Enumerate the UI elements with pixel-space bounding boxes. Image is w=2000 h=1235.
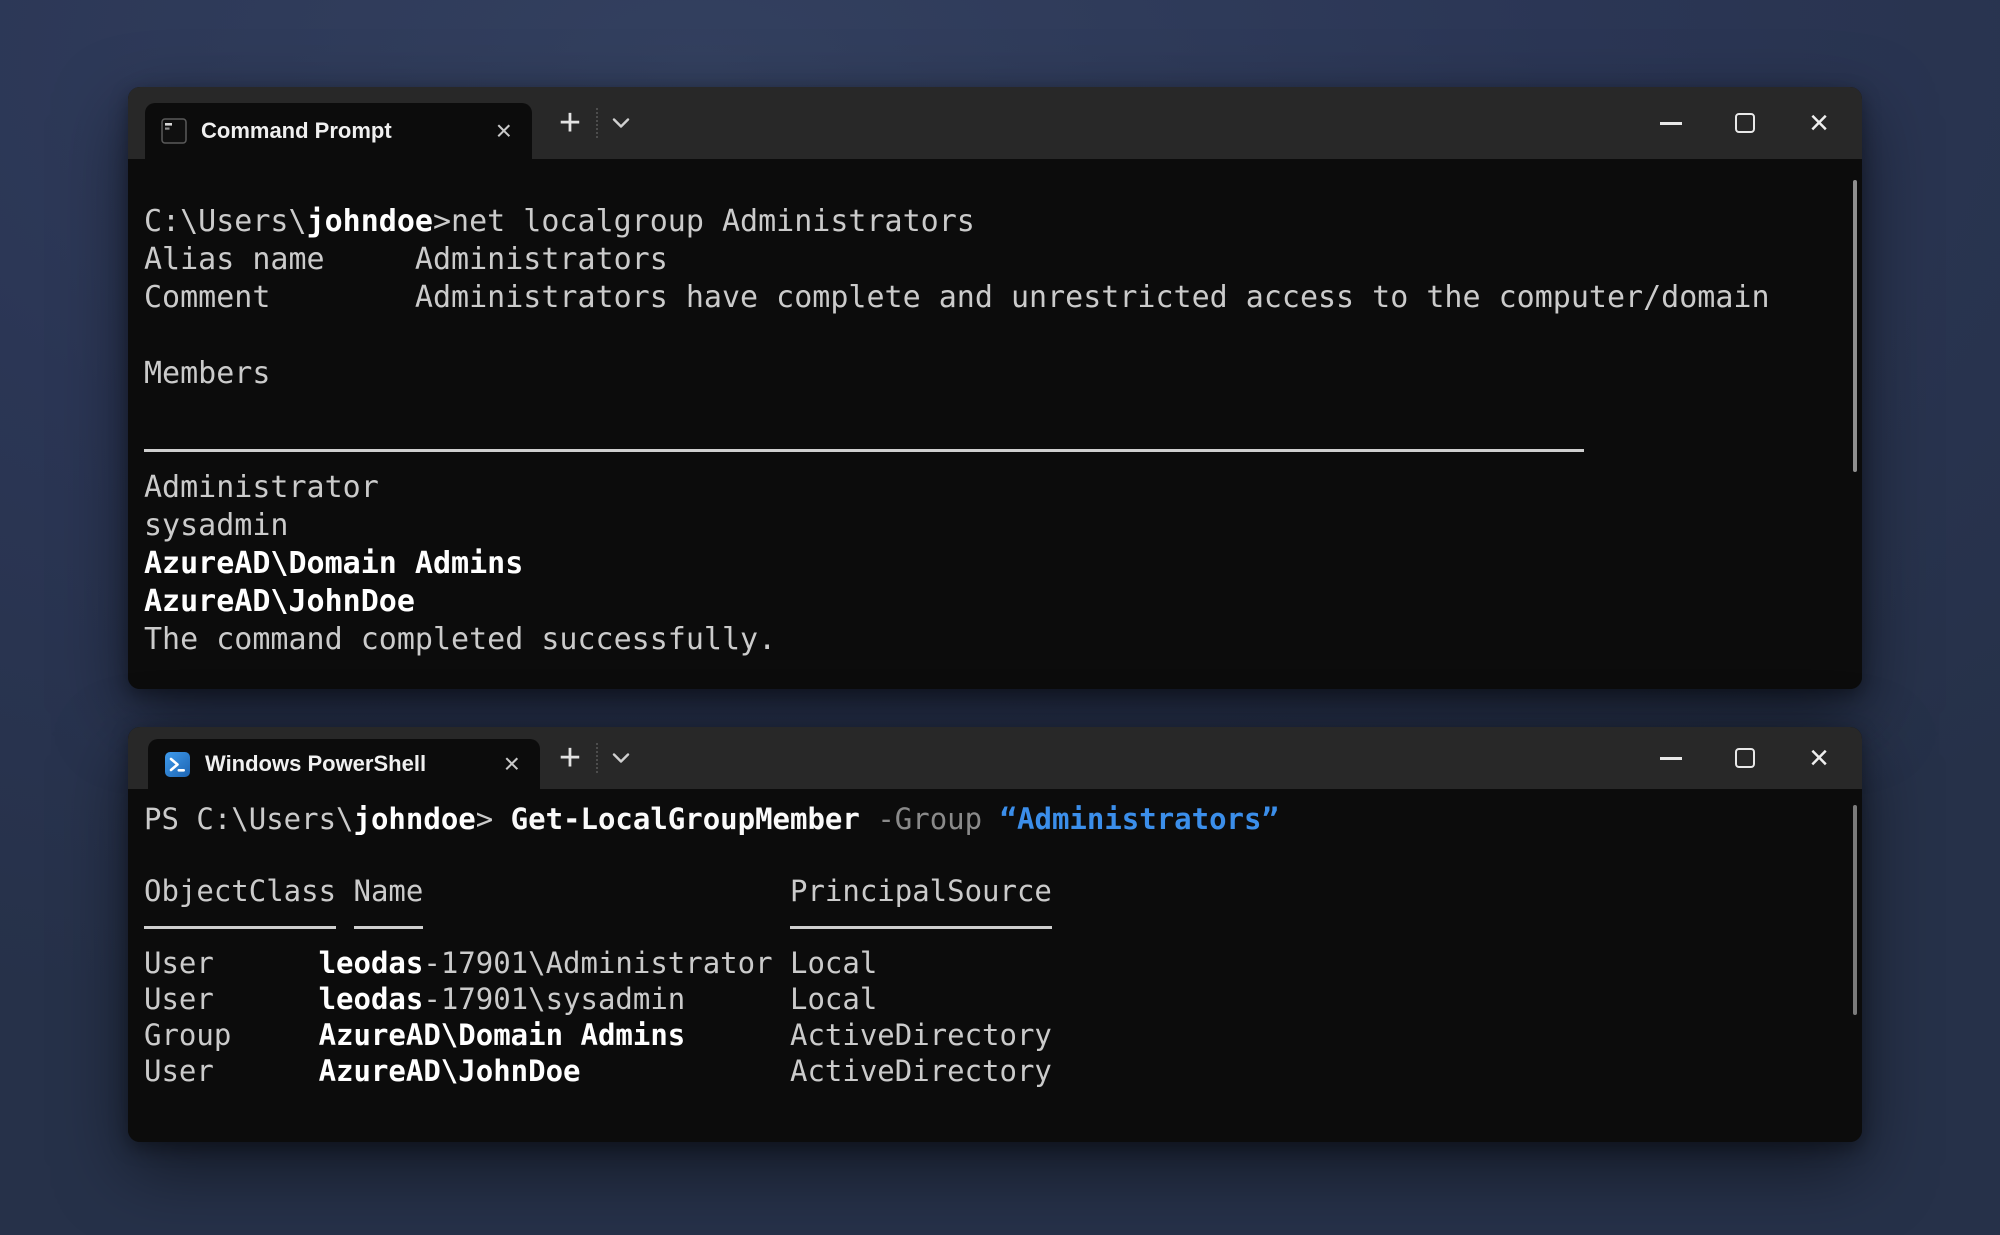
new-tab-button[interactable]: + xyxy=(552,104,588,142)
terminal-line: sysadmin xyxy=(144,507,1846,545)
underline-gap xyxy=(336,926,353,929)
header-underline xyxy=(144,926,336,929)
tab-close-icon[interactable]: × xyxy=(492,117,516,145)
terminal-line: C:\Users\johndoe>net localgroup Administ… xyxy=(144,203,1846,241)
scrollbar-thumb[interactable] xyxy=(1853,180,1857,472)
text-segment: Administrator xyxy=(144,470,379,505)
terminal-line: Members xyxy=(144,355,1846,393)
cmd-terminal-output[interactable]: C:\Users\johndoe>net localgroup Administ… xyxy=(128,159,1862,689)
terminal-line: AzureAD\JohnDoe xyxy=(144,583,1846,621)
header-underline xyxy=(354,926,424,929)
table-row: UserAzureAD\JohnDoe ActiveDirectory xyxy=(144,1053,1846,1089)
tabbar-divider xyxy=(596,743,598,773)
table-row: Userleodas-17901\AdministratorLocal xyxy=(144,945,1846,981)
cell-name-bold: leodas xyxy=(319,982,424,1016)
cell-name-bold: leodas xyxy=(319,946,424,980)
text-segment: johndoe xyxy=(354,802,476,836)
ps-terminal-output[interactable]: PS C:\Users\johndoe> Get-LocalGroupMembe… xyxy=(128,789,1862,1142)
close-button[interactable]: × xyxy=(1782,87,1856,159)
cell-name-rest: -17901\sysadmin xyxy=(423,982,685,1016)
cell-principalsource: ActiveDirectory xyxy=(790,1018,1052,1052)
scrollbar-thumb[interactable] xyxy=(1853,805,1857,1015)
cell-name: leodas-17901\sysadmin xyxy=(319,981,790,1017)
window-controls: × xyxy=(1634,87,1856,159)
cell-name: AzureAD\Domain Admins xyxy=(319,1017,790,1053)
separator-line xyxy=(144,449,1584,452)
text-segment: C:\Users\ xyxy=(144,204,307,239)
minimize-button[interactable] xyxy=(1634,87,1708,159)
tab-close-icon[interactable]: × xyxy=(500,750,524,778)
terminal-line: The command completed successfully. xyxy=(144,621,1846,659)
terminal-line: Comment Administrators have complete and… xyxy=(144,279,1846,317)
text-segment xyxy=(860,802,877,836)
terminal-line xyxy=(144,837,1846,873)
table-row: GroupAzureAD\Domain Admins ActiveDirector… xyxy=(144,1017,1846,1053)
terminal-line xyxy=(144,317,1846,355)
cell-principalsource: Local xyxy=(790,946,877,980)
powershell-icon xyxy=(164,751,191,778)
cell-name-rest: -17901\Administrator xyxy=(423,946,772,980)
table-header-row: ObjectClassNamePrincipalSource xyxy=(144,873,1846,909)
cell-name: leodas-17901\Administrator xyxy=(319,945,790,981)
window-controls: × xyxy=(1634,727,1856,789)
column-header: PrincipalSource xyxy=(790,874,1052,908)
cmd-terminal-window: Command Prompt × + × C:\Users\johndoe>ne… xyxy=(128,87,1862,689)
header-underline xyxy=(790,926,1052,929)
text-segment: Alias name Administrators xyxy=(144,242,668,277)
cell-name: AzureAD\JohnDoe xyxy=(319,1053,790,1089)
cmd-titlebar[interactable]: Command Prompt × + × xyxy=(128,87,1862,159)
terminal-line xyxy=(144,393,1846,431)
output-separator xyxy=(144,431,1846,469)
minimize-button[interactable] xyxy=(1634,727,1708,789)
column-header: Name xyxy=(354,873,790,909)
text-segment: -Group xyxy=(877,802,982,836)
table-header-underlines xyxy=(144,909,1846,945)
table-row: Userleodas-17901\sysadminLocal xyxy=(144,981,1846,1017)
tab-command-prompt[interactable]: Command Prompt × xyxy=(145,103,532,159)
text-segment: AzureAD\JohnDoe xyxy=(144,584,415,619)
maximize-button[interactable] xyxy=(1708,727,1782,789)
text-segment: The command completed successfully. xyxy=(144,622,776,657)
cell-principalsource: Local xyxy=(790,982,877,1016)
text-segment: johndoe xyxy=(307,204,433,239)
text-segment: AzureAD\Domain Admins xyxy=(144,546,523,581)
text-segment: Members xyxy=(144,356,270,391)
cell-name-bold: AzureAD\JohnDoe xyxy=(319,1054,581,1088)
maximize-button[interactable] xyxy=(1708,87,1782,159)
text-segment: “Administrators” xyxy=(1000,802,1279,836)
tab-windows-powershell[interactable]: Windows PowerShell × xyxy=(148,739,540,789)
ps-prompt-line: PS C:\Users\johndoe> Get-LocalGroupMembe… xyxy=(144,801,1846,837)
terminal-line: AzureAD\Domain Admins xyxy=(144,545,1846,583)
underline-gap xyxy=(423,926,790,929)
tab-title: Windows PowerShell xyxy=(205,751,426,777)
terminal-line: Alias name Administrators xyxy=(144,241,1846,279)
new-tab-button[interactable]: + xyxy=(552,739,588,777)
close-button[interactable]: × xyxy=(1782,727,1856,789)
text-segment: Get-LocalGroupMember xyxy=(511,802,860,836)
column-header: ObjectClass xyxy=(144,873,354,909)
tabbar-divider xyxy=(596,108,598,138)
powershell-terminal-window: Windows PowerShell × + × PS C:\Users\joh… xyxy=(128,727,1862,1142)
cell-objectclass: User xyxy=(144,1053,319,1089)
chevron-down-icon[interactable] xyxy=(606,118,636,129)
cell-principalsource: ActiveDirectory xyxy=(790,1054,1052,1088)
cell-name-bold: AzureAD\Domain Admins xyxy=(319,1018,686,1052)
cell-objectclass: User xyxy=(144,981,319,1017)
tab-title: Command Prompt xyxy=(201,118,392,144)
text-segment: sysadmin xyxy=(144,508,289,543)
text-segment xyxy=(982,802,999,836)
command-prompt-icon xyxy=(161,118,187,144)
cell-objectclass: User xyxy=(144,945,319,981)
text-segment: PS C:\Users\ xyxy=(144,802,354,836)
ps-titlebar[interactable]: Windows PowerShell × + × xyxy=(128,727,1862,789)
text-segment: > xyxy=(476,802,511,836)
text-segment: Comment Administrators have complete and… xyxy=(144,280,1770,315)
text-segment: >net localgroup Administrators xyxy=(433,204,975,239)
cell-objectclass: Group xyxy=(144,1017,319,1053)
terminal-line: Administrator xyxy=(144,469,1846,507)
chevron-down-icon[interactable] xyxy=(606,753,636,764)
